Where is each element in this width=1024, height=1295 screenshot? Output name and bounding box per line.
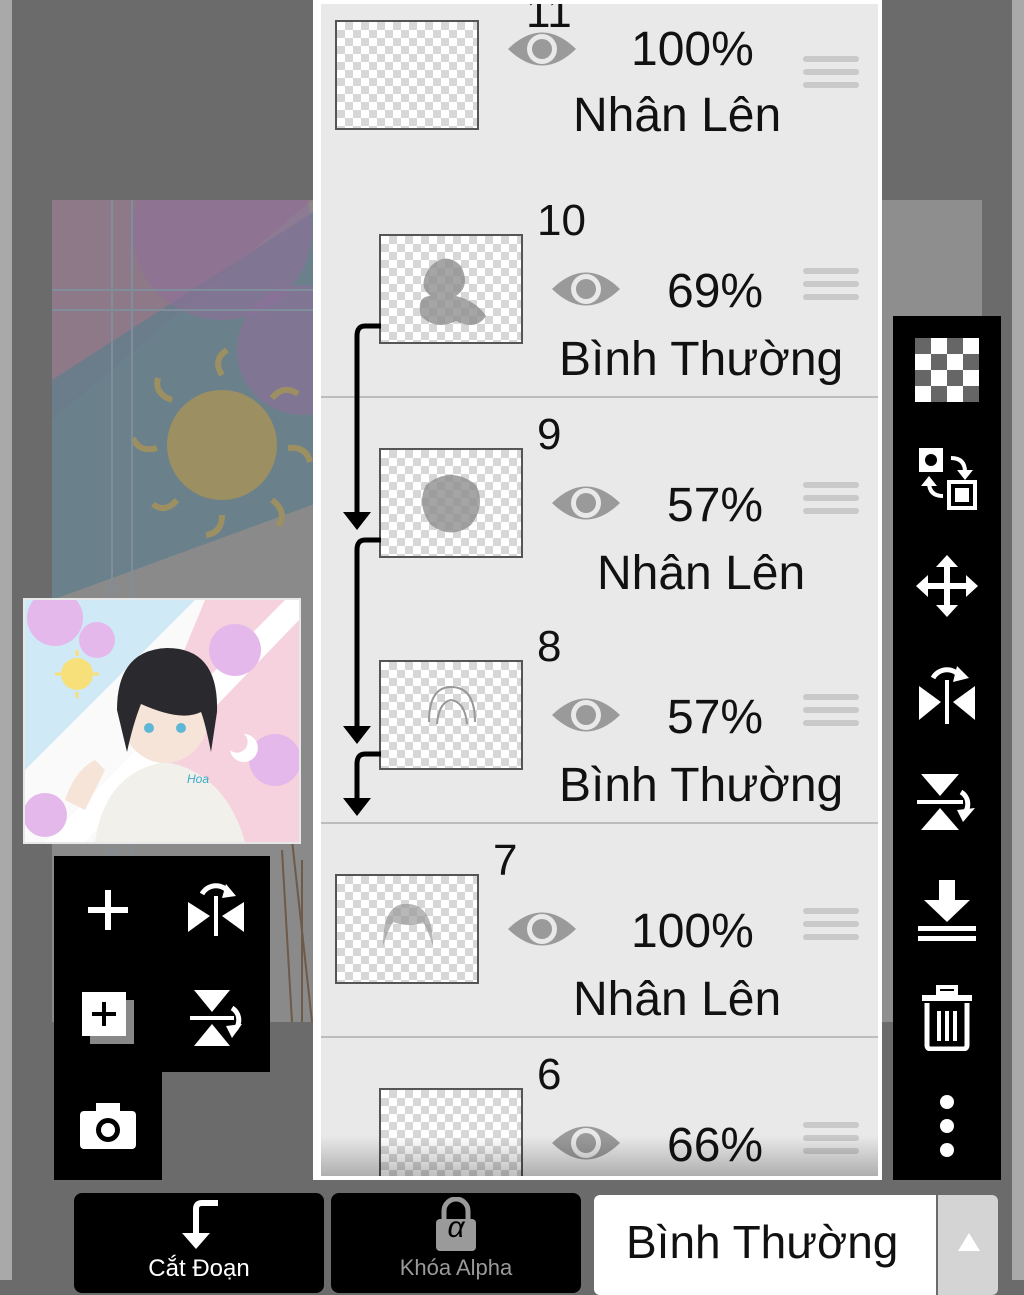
camera-icon: [80, 1103, 136, 1149]
move-button[interactable]: [893, 532, 1001, 640]
visibility-eye-icon[interactable]: [549, 1118, 623, 1168]
alpha-symbol: α: [447, 1211, 465, 1244]
clipping-label: Cắt Đoạn: [148, 1255, 250, 1282]
merge-down-icon: [918, 880, 976, 941]
add-copy-layer-button[interactable]: [54, 964, 162, 1072]
layer-row[interactable]: 9 57% Nhân Lên: [321, 398, 878, 612]
flip-vertical-icon: [190, 990, 242, 1046]
drag-handle-icon[interactable]: [803, 268, 859, 312]
camera-button[interactable]: [54, 1072, 162, 1180]
layer-row[interactable]: 11 100% Nhân Lên: [321, 4, 878, 186]
blend-mode-value: Bình Thường: [626, 1216, 899, 1268]
layer-panel: 11 100% Nhân Lên 10 69% Bình Thường 9 57…: [313, 0, 882, 1180]
layer-row[interactable]: 7 100% Nhân Lên: [321, 824, 878, 1038]
layer-opacity: 57%: [667, 479, 764, 532]
layer-opacity: 66%: [667, 1119, 764, 1172]
more-icon: [940, 1095, 954, 1157]
flip-vertical-icon: [917, 774, 975, 830]
layer-number: 7: [493, 836, 518, 885]
drag-handle-icon[interactable]: [803, 694, 859, 738]
frame-right: [1012, 0, 1024, 1280]
transparency-button[interactable]: [893, 316, 1001, 424]
layer-opacity: 100%: [631, 23, 754, 76]
layer-opacity: 100%: [631, 905, 754, 958]
visibility-eye-icon[interactable]: [549, 690, 623, 740]
layer-row[interactable]: 10 69% Bình Thường: [321, 184, 878, 398]
layer-thumbnail: [379, 660, 523, 770]
flip-horizontal-icon: [188, 883, 244, 936]
layer-row[interactable]: 8 57% Bình Thường: [321, 610, 878, 824]
layer-number: 8: [537, 622, 562, 671]
drag-handle-icon[interactable]: [803, 908, 859, 952]
visibility-eye-icon[interactable]: [549, 264, 623, 314]
add-layer-button[interactable]: [54, 856, 162, 964]
layer-number: 9: [537, 410, 562, 459]
blend-mode-select[interactable]: Bình Thường: [594, 1195, 936, 1295]
canvas-preview[interactable]: Hoa: [23, 598, 301, 844]
add-layer-icon: [88, 890, 128, 930]
preview-signature: Hoa: [187, 772, 210, 786]
visibility-eye-icon[interactable]: [505, 904, 579, 954]
transparency-icon: [915, 338, 979, 402]
layer-number: 10: [537, 196, 586, 245]
more-button[interactable]: [893, 1072, 1001, 1180]
alpha-lock-label: Khóa Alpha: [399, 1255, 513, 1280]
layer-thumbnail: [379, 448, 523, 558]
drag-handle-icon[interactable]: [803, 56, 859, 100]
layer-thumbnail: [379, 1088, 523, 1176]
layer-opacity: 57%: [667, 691, 764, 744]
swap-layers-icon: [919, 448, 977, 510]
add-copy-icon: [82, 992, 134, 1044]
visibility-eye-icon[interactable]: [505, 24, 579, 74]
left-toolbar-bottom: [54, 1072, 162, 1180]
flip-vertical-button[interactable]: [893, 748, 1001, 856]
layer-blend-mode: Nhân Lên: [573, 973, 782, 1026]
layer-thumbnail: [335, 20, 479, 130]
layer-blend-mode: Nhân Lên: [573, 89, 782, 142]
move-icon: [916, 555, 978, 617]
drag-handle-icon[interactable]: [803, 482, 859, 526]
layer-row[interactable]: 6 66%: [321, 1038, 878, 1176]
flip-horizontal-button[interactable]: [162, 856, 270, 964]
layer-thumbnail: [379, 234, 523, 344]
frame-left: [0, 0, 12, 1280]
delete-layer-button[interactable]: [893, 964, 1001, 1072]
swap-layers-button[interactable]: [893, 424, 1001, 532]
right-toolbar: [893, 316, 1001, 1180]
merge-down-button[interactable]: [893, 856, 1001, 964]
triangle-up-icon: [958, 1233, 980, 1251]
layer-blend-mode: Nhân Lên: [597, 547, 806, 600]
flip-horizontal-icon: [919, 666, 975, 724]
layer-opacity: 69%: [667, 265, 764, 318]
alpha-lock-button[interactable]: α Khóa Alpha: [331, 1193, 581, 1293]
drag-handle-icon[interactable]: [803, 1122, 859, 1166]
blend-mode-dropdown-button[interactable]: [938, 1195, 998, 1295]
clipping-button[interactable]: Cắt Đoạn: [74, 1193, 324, 1293]
layer-thumbnail: [335, 874, 479, 984]
left-toolbar: [54, 856, 270, 1072]
flip-horizontal-button[interactable]: [893, 640, 1001, 748]
layer-blend-mode: Bình Thường: [559, 759, 844, 812]
clipping-arrow-icon: [182, 1200, 218, 1249]
delete-icon: [922, 985, 972, 1051]
visibility-eye-icon[interactable]: [549, 478, 623, 528]
layer-number: 6: [537, 1050, 562, 1099]
layer-blend-mode: Bình Thường: [559, 333, 844, 386]
flip-vertical-button[interactable]: [162, 964, 270, 1072]
